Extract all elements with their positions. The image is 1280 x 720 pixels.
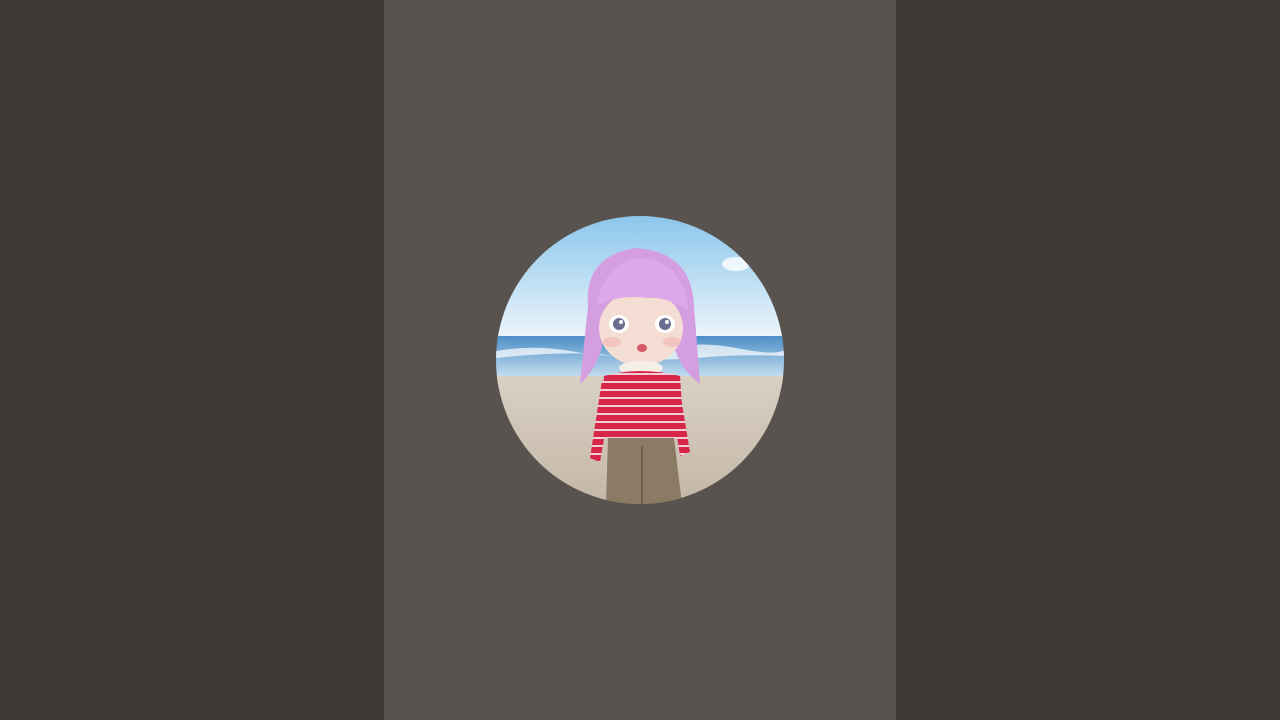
right-letterbox bbox=[896, 0, 1280, 720]
avatar-image bbox=[496, 216, 784, 504]
left-letterbox bbox=[0, 0, 384, 720]
video-player-stage[interactable] bbox=[0, 0, 1280, 720]
channel-avatar-icon bbox=[496, 216, 784, 504]
